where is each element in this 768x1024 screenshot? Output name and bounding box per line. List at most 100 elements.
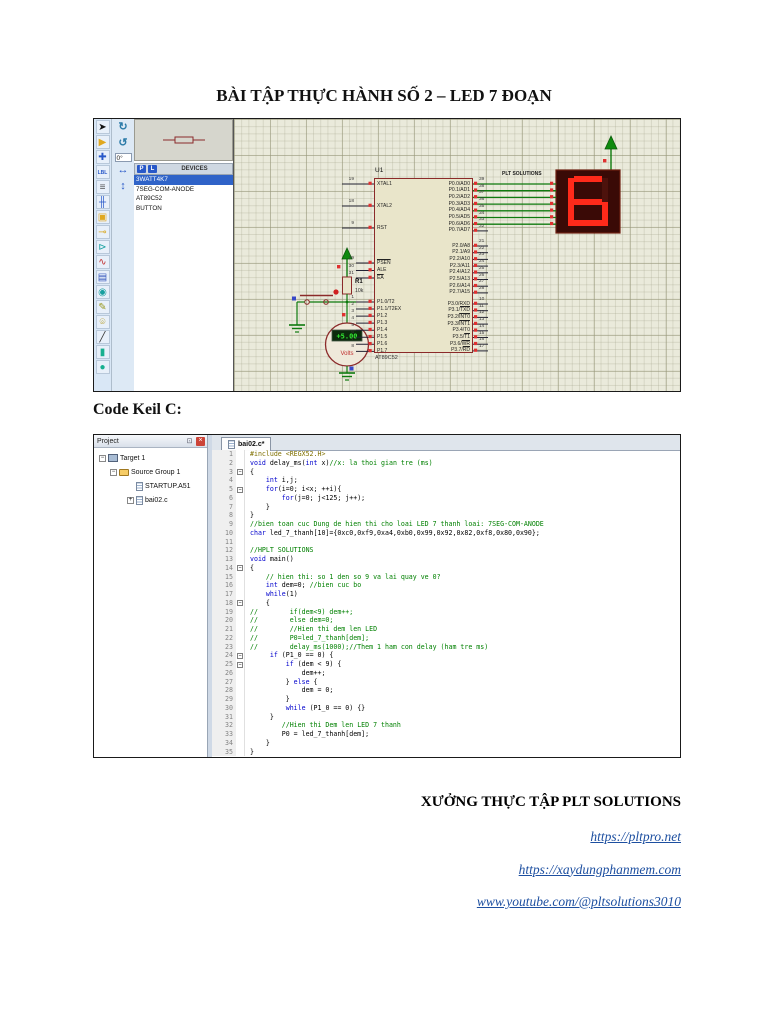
line-number: 35 bbox=[212, 747, 236, 757]
device-item[interactable]: 3WATT4K7 bbox=[134, 175, 233, 185]
2d-circle-icon[interactable]: ● bbox=[95, 360, 110, 374]
tree-expander-icon[interactable]: − bbox=[99, 454, 106, 462]
fold-marker-icon[interactable]: − bbox=[237, 661, 243, 668]
mirror-x-button[interactable]: ↔ bbox=[115, 164, 131, 178]
fold-column bbox=[236, 546, 245, 555]
subcircuit-icon[interactable]: ▣ bbox=[95, 210, 110, 224]
pin-label: P0.1/AD1 bbox=[448, 187, 470, 194]
fold-column: − bbox=[236, 660, 245, 669]
editor-tab[interactable]: bai02.c* bbox=[221, 437, 272, 451]
pin-number: 10 bbox=[479, 297, 485, 302]
fold-column bbox=[236, 642, 245, 652]
pin-number: 14 bbox=[479, 323, 485, 329]
tree-expander-icon[interactable]: + bbox=[127, 496, 134, 504]
terminals-icon[interactable]: ⊸ bbox=[95, 225, 110, 239]
code-text: // //Hien thi dem len LED bbox=[250, 625, 378, 633]
pin-label: P3.1/TXD bbox=[448, 307, 470, 314]
code-line: 14−{ bbox=[212, 563, 680, 573]
source-file-icon bbox=[228, 440, 235, 449]
close-icon[interactable]: × bbox=[196, 436, 205, 446]
fold-marker-icon[interactable]: − bbox=[237, 469, 243, 475]
pin-number: 26 bbox=[479, 272, 485, 278]
tree-expander-icon[interactable]: − bbox=[110, 468, 117, 476]
pin-label: P1.5 bbox=[377, 333, 388, 340]
code-text: //bien toan cuc Dung de hien thi cho loa… bbox=[250, 520, 544, 528]
code-text: if (P1_0 == 0) { bbox=[269, 651, 334, 660]
line-number: 21 bbox=[212, 625, 236, 634]
fold-marker-icon[interactable]: − bbox=[237, 565, 243, 572]
fold-column: − bbox=[236, 485, 245, 494]
footer-link[interactable]: https://xaydungphanmem.com bbox=[421, 862, 681, 878]
document-page: BÀI TẬP THỰC HÀNH SỐ 2 – LED 7 ĐOẠN ➤ ▶ ✚ L… bbox=[0, 0, 768, 1024]
component-mode-icon[interactable]: ▶ bbox=[95, 135, 110, 149]
tree-item[interactable]: − Source Group 1 bbox=[94, 465, 207, 479]
device-item[interactable]: BUTTON bbox=[134, 204, 233, 214]
device-item[interactable]: AT89C52 bbox=[134, 194, 233, 204]
code-text: //HPLT SOLUTIONS bbox=[250, 546, 314, 555]
wire-label-icon[interactable]: LBL bbox=[95, 165, 110, 179]
pin-number: 17 bbox=[479, 343, 485, 349]
selection-cursor-icon[interactable]: ➤ bbox=[95, 120, 110, 134]
fold-column: − bbox=[236, 563, 245, 573]
mirror-y-button[interactable]: ↕ bbox=[115, 180, 131, 194]
tree-item[interactable]: + bai02.c bbox=[94, 493, 207, 507]
rotate-cw-button[interactable]: ↻ bbox=[115, 121, 131, 135]
pick-devices-button[interactable]: P bbox=[137, 165, 146, 173]
line-number: 32 bbox=[212, 721, 236, 730]
fold-column bbox=[236, 537, 245, 547]
rotation-angle-field[interactable]: 0° bbox=[114, 153, 132, 162]
current-probe-icon[interactable]: ⌾ bbox=[95, 315, 110, 329]
code-line: 29 } bbox=[212, 695, 680, 704]
fold-column bbox=[236, 528, 245, 538]
generator-mode-icon[interactable]: ◉ bbox=[95, 285, 110, 299]
code-text: while (P1_0 == 0) {} bbox=[285, 703, 366, 712]
footer-link[interactable]: https://pltpro.net bbox=[421, 829, 681, 845]
voltage-probe-icon[interactable]: ✎ bbox=[95, 300, 110, 314]
2d-box-icon[interactable]: ▮ bbox=[95, 345, 110, 359]
pin-number: 19 bbox=[348, 177, 354, 182]
schematic-canvas[interactable]: +5.00 Volts R1 10k U1 AT89C52 PLT SOLUTI… bbox=[234, 119, 680, 391]
code-line: 4 int i,j; bbox=[212, 476, 680, 485]
rotate-ccw-button[interactable]: ↺ bbox=[115, 137, 131, 151]
pin-label: XTAL2 bbox=[377, 202, 392, 209]
text-script-icon[interactable]: ≡ bbox=[95, 180, 110, 194]
pin-label: P1.2 bbox=[377, 312, 388, 319]
tree-item[interactable]: − Target 1 bbox=[94, 451, 207, 465]
device-pins-icon[interactable]: ⊳ bbox=[95, 240, 110, 254]
fold-marker-icon[interactable]: − bbox=[237, 486, 243, 493]
code-line: 10 char led_7_thanh[10]={0xc0,0xf9,0xa4,0… bbox=[212, 528, 680, 538]
component-preview bbox=[134, 119, 233, 161]
fold-column bbox=[236, 458, 245, 468]
code-text: void delay_ms(int x)//x: la thoi gian tr… bbox=[250, 458, 433, 467]
code-text: // delay_ms(1000);//Them 1 ham con delay… bbox=[250, 642, 489, 651]
pin-label: ALE bbox=[377, 267, 387, 273]
footer-link[interactable]: www.youtube.com/@pltsolutions3010 bbox=[421, 894, 681, 910]
library-button[interactable]: L bbox=[148, 165, 157, 173]
pin-number: 25 bbox=[479, 265, 485, 271]
code-line: 31 } bbox=[212, 712, 680, 722]
code-editor[interactable]: 1 #include <REGX52.H> 2 void delay_ms(int x… bbox=[212, 450, 680, 757]
resistor-value-label: 10k bbox=[355, 288, 364, 294]
tree-item[interactable]: STARTUP.A51 bbox=[94, 479, 207, 493]
code-line: 24− if (P1_0 == 0) { bbox=[212, 651, 680, 660]
device-item[interactable]: 7SEG-COM-ANODE bbox=[134, 185, 233, 195]
graph-mode-icon[interactable]: ∿ bbox=[95, 255, 110, 269]
fold-column bbox=[236, 590, 245, 599]
line-number: 12 bbox=[212, 546, 236, 555]
file-icon bbox=[136, 495, 143, 505]
tape-recorder-icon[interactable]: ▤ bbox=[95, 270, 110, 284]
pin-number: 11 bbox=[479, 303, 484, 309]
pin-label: P3.2/INT0 bbox=[447, 313, 470, 320]
fold-marker-icon[interactable]: − bbox=[237, 600, 243, 607]
code-line: 21 // //Hien thi dem len LED bbox=[212, 625, 680, 634]
buses-icon[interactable]: ╫ bbox=[95, 195, 110, 209]
fold-marker-icon[interactable]: − bbox=[237, 652, 243, 659]
fold-column bbox=[236, 572, 245, 582]
pin-label: P0.7/AD7 bbox=[448, 227, 470, 234]
junction-dot-icon[interactable]: ✚ bbox=[95, 150, 110, 164]
code-text: } bbox=[250, 712, 274, 721]
project-panel-header: Project ⊡ × bbox=[94, 435, 207, 448]
line-number: 24 bbox=[212, 651, 236, 660]
pin-icon[interactable]: ⊡ bbox=[185, 437, 194, 446]
2d-line-icon[interactable]: ╱ bbox=[95, 330, 110, 344]
